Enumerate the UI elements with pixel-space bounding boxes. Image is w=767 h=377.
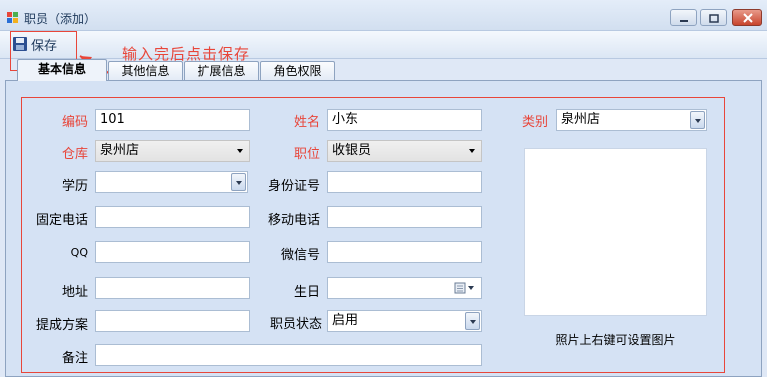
id-card-input[interactable] xyxy=(327,171,482,193)
tab-other-info[interactable]: 其他信息 xyxy=(108,61,183,80)
chevron-down-icon[interactable] xyxy=(465,142,480,160)
category-select[interactable]: 泉州店 xyxy=(556,109,707,131)
position-select[interactable]: 收银员 xyxy=(327,140,482,162)
id-card-label: 身份证号 xyxy=(267,179,320,194)
status-select[interactable]: 启用 xyxy=(327,310,482,332)
phone-label: 固定电话 xyxy=(35,213,88,228)
category-value: 泉州店 xyxy=(561,112,601,127)
commission-input[interactable] xyxy=(95,310,250,332)
photo-box[interactable] xyxy=(524,148,707,316)
close-icon xyxy=(743,13,753,23)
remark-label: 备注 xyxy=(61,351,88,366)
status-value: 启用 xyxy=(332,313,359,328)
wechat-label: 微信号 xyxy=(280,248,320,263)
code-label: 编码 xyxy=(61,115,88,130)
birthday-label: 生日 xyxy=(293,285,320,300)
wechat-input[interactable] xyxy=(327,241,482,263)
maximize-button[interactable] xyxy=(700,9,727,26)
code-input[interactable]: 101 xyxy=(95,109,250,131)
address-input[interactable] xyxy=(95,277,250,299)
qq-input[interactable] xyxy=(95,241,250,263)
app-icon xyxy=(7,12,19,24)
tab-basic-info[interactable]: 基本信息 xyxy=(17,59,107,81)
warehouse-select[interactable]: 泉州店 xyxy=(95,140,250,162)
tab-extended-info[interactable]: 扩展信息 xyxy=(184,61,259,80)
chevron-down-icon[interactable] xyxy=(233,142,248,160)
tab-role-permissions[interactable]: 角色权限 xyxy=(260,61,335,80)
title-bar xyxy=(0,0,767,31)
education-label: 学历 xyxy=(61,179,88,194)
chevron-down-icon[interactable] xyxy=(231,173,246,191)
chevron-down-icon[interactable] xyxy=(690,111,705,129)
chevron-down-icon[interactable] xyxy=(465,312,480,330)
mobile-input[interactable] xyxy=(327,206,482,228)
status-label: 职员状态 xyxy=(269,317,322,332)
warehouse-label: 仓库 xyxy=(61,147,88,162)
address-label: 地址 xyxy=(61,285,88,300)
name-input[interactable]: 小东 xyxy=(327,109,482,131)
birthday-picker[interactable] xyxy=(327,277,482,299)
position-label: 职位 xyxy=(293,147,320,162)
close-button[interactable] xyxy=(732,9,762,26)
minimize-button[interactable] xyxy=(670,9,697,26)
mobile-label: 移动电话 xyxy=(267,213,320,228)
calendar-icon[interactable] xyxy=(454,282,478,295)
name-label: 姓名 xyxy=(293,115,320,130)
remark-input[interactable] xyxy=(95,344,482,366)
category-label: 类别 xyxy=(521,115,548,130)
maximize-icon xyxy=(709,14,719,23)
position-value: 收银员 xyxy=(332,143,372,158)
window-title: 职员（添加） xyxy=(24,12,97,26)
commission-label: 提成方案 xyxy=(35,318,88,333)
education-select[interactable] xyxy=(95,171,248,193)
toolbar xyxy=(0,31,767,59)
photo-hint: 照片上右键可设置图片 xyxy=(555,333,676,347)
qq-label: QQ xyxy=(70,246,88,259)
minimize-icon xyxy=(680,20,688,22)
phone-input[interactable] xyxy=(95,206,250,228)
warehouse-value: 泉州店 xyxy=(100,143,140,158)
